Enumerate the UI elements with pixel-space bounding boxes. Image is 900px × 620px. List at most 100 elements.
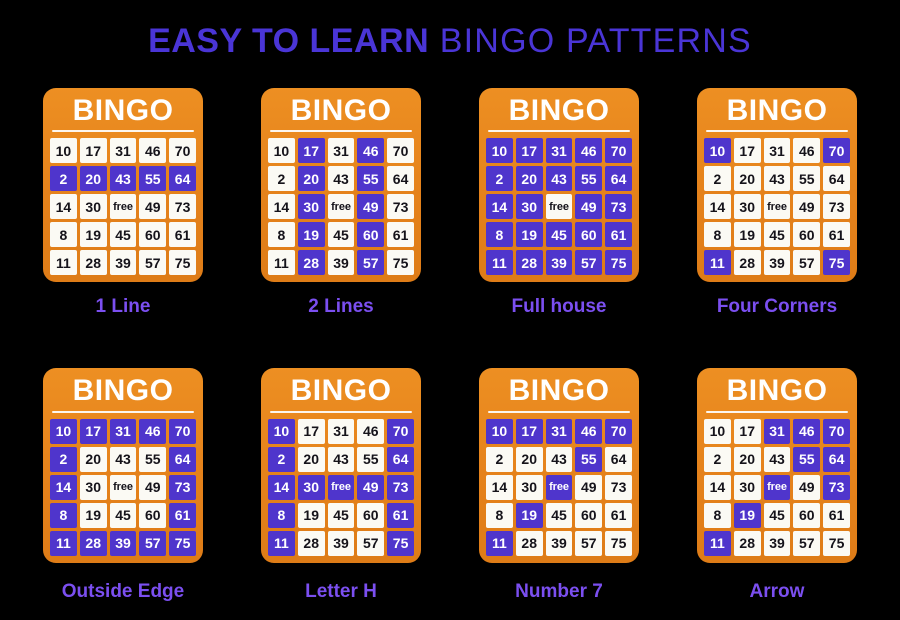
bingo-pattern-card-letter-h: BINGO 10 17 31 46 70 2 20 43 55 64 14 30 free 49 73 8 19 4… [244,368,438,602]
bingo-number-cell: 14 [704,194,731,220]
bingo-number-cell: 57 [357,530,385,556]
bingo-number-cell: 75 [605,250,632,276]
bingo-number-cell: 61 [169,222,196,248]
bingo-number-cell: 19 [733,222,761,248]
page-title-light: BINGO PATTERNS [429,22,752,60]
bingo-number-cell: 19 [297,502,325,528]
pattern-caption: Arrow [749,580,805,602]
page-title: EASY TO LEARN BINGO PATTERNS [0,24,900,58]
bingo-number-cell: 28 [79,250,107,276]
bingo-number-cell: 55 [139,166,167,192]
bingo-number-cell: 64 [823,446,850,472]
bingo-number-cell: 39 [545,530,573,556]
bingo-number-cell: 10 [268,138,295,164]
bingo-number-cell: 70 [387,418,414,444]
bingo-number-cell: 2 [50,446,77,472]
bingo-number-cell: 10 [704,418,731,444]
bingo-number-cell: 75 [387,530,414,556]
bingo-number-cell: 70 [823,138,850,164]
bingo-number-cell: 17 [733,418,761,444]
bingo-number-cell: 30 [297,194,325,220]
bingo-number-cell: 31 [327,418,355,444]
bingo-pattern-card-2-lines: BINGO 10 17 31 46 70 2 20 43 55 64 14 30 free 49 73 8 19 4… [244,88,438,318]
header-divider [706,410,848,413]
bingo-number-cell: 55 [793,166,821,192]
bingo-number-cell: 28 [79,530,107,556]
bingo-number-cell: 11 [268,250,295,276]
bingo-free-cell: free [327,194,355,220]
bingo-number-cell: 64 [387,446,414,472]
bingo-number-cell: 46 [357,138,385,164]
bingo-number-cell: 55 [357,446,385,472]
bingo-number-cell: 19 [515,222,543,248]
bingo-number-cell: 46 [357,418,385,444]
pattern-caption: Outside Edge [61,580,185,602]
bingo-number-cell: 45 [327,502,355,528]
bingo-number-cell: 75 [823,250,850,276]
bingo-number-cell: 39 [327,530,355,556]
bingo-number-cell: 73 [387,194,414,220]
bingo-number-cell: 45 [109,222,137,248]
bingo-number-cell: 61 [605,222,632,248]
bingo-number-cell: 70 [169,138,196,164]
bingo-number-cell: 20 [297,446,325,472]
bingo-number-cell: 57 [139,530,167,556]
bingo-number-cell: 43 [109,166,137,192]
bingo-card: BINGO 10 17 31 46 70 2 20 43 55 64 14 30 free 49 73 8 19 4… [479,368,639,563]
bingo-number-cell: 19 [79,502,107,528]
bingo-number-cell: 60 [357,222,385,248]
bingo-free-cell: free [109,474,137,500]
bingo-number-cell: 49 [139,194,167,220]
bingo-number-cell: 45 [109,502,137,528]
page-title-strong: EASY TO LEARN [148,22,430,60]
bingo-number-cell: 46 [139,418,167,444]
bingo-number-cell: 20 [733,166,761,192]
card-row-bottom: BINGO 10 17 31 46 70 2 20 43 55 64 14 30 free 49 73 8 19 4… [0,368,900,602]
bingo-number-cell: 75 [169,250,196,276]
bingo-number-cell: 2 [50,166,77,192]
bingo-number-grid: 10 17 31 46 70 2 20 43 55 64 14 30 free 49 73 8 19 45 60 61… [704,138,850,276]
bingo-number-cell: 60 [575,222,603,248]
bingo-number-cell: 70 [823,418,850,444]
bingo-number-cell: 10 [50,138,77,164]
bingo-number-cell: 28 [733,530,761,556]
bingo-number-cell: 61 [169,502,196,528]
bingo-number-cell: 10 [486,418,513,444]
bingo-number-cell: 64 [605,446,632,472]
bingo-card: BINGO 10 17 31 46 70 2 20 43 55 64 14 30 free 49 73 8 19 4… [479,88,639,283]
bingo-number-cell: 43 [109,446,137,472]
header-divider [270,130,412,133]
bingo-number-cell: 39 [109,250,137,276]
bingo-number-cell: 20 [515,166,543,192]
bingo-number-cell: 28 [297,250,325,276]
bingo-number-cell: 49 [793,194,821,220]
header-divider [52,130,194,133]
bingo-number-cell: 11 [50,530,77,556]
bingo-number-cell: 61 [387,502,414,528]
bingo-number-cell: 30 [733,474,761,500]
bingo-number-cell: 11 [704,250,731,276]
bingo-number-cell: 60 [793,502,821,528]
bingo-number-cell: 39 [327,250,355,276]
pattern-caption: Number 7 [515,580,603,602]
bingo-card-header: BINGO [726,374,828,408]
bingo-number-cell: 14 [704,474,731,500]
bingo-number-cell: 8 [704,222,731,248]
bingo-number-cell: 46 [575,138,603,164]
bingo-number-cell: 30 [515,194,543,220]
bingo-number-cell: 19 [515,502,543,528]
bingo-number-cell: 17 [733,138,761,164]
bingo-number-cell: 30 [79,194,107,220]
bingo-card: BINGO 10 17 31 46 70 2 20 43 55 64 14 30 free 49 73 8 19 4… [43,368,203,563]
bingo-number-cell: 60 [357,502,385,528]
bingo-number-cell: 8 [486,222,513,248]
bingo-number-cell: 30 [297,474,325,500]
bingo-number-cell: 10 [268,418,295,444]
bingo-card: BINGO 10 17 31 46 70 2 20 43 55 64 14 30 free 49 73 8 19 4… [43,88,203,283]
bingo-number-cell: 61 [823,502,850,528]
bingo-number-cell: 14 [50,194,77,220]
bingo-number-cell: 8 [50,502,77,528]
bingo-card-header: BINGO [508,94,610,127]
bingo-number-cell: 49 [357,474,385,500]
bingo-number-cell: 2 [486,446,513,472]
